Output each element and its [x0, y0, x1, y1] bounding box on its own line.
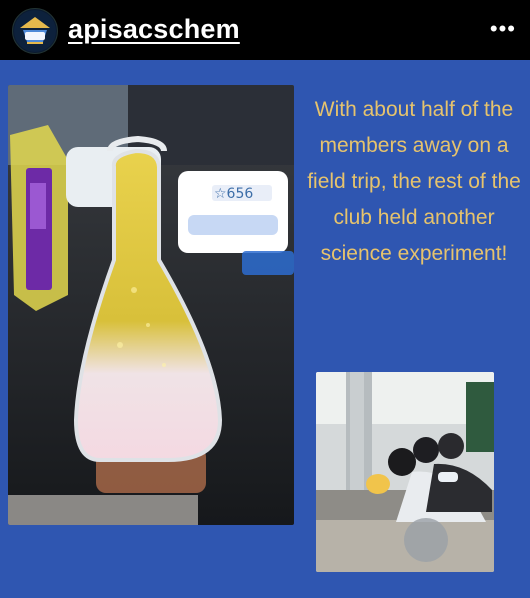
more-options-icon[interactable]: ••• — [490, 16, 516, 42]
profile-avatar[interactable] — [12, 8, 58, 54]
post-header: apisacschem ••• — [0, 0, 530, 60]
wipes-label: ☆656 — [214, 186, 253, 202]
club-logo-icon — [14, 10, 56, 52]
flask-photo: ☆656 — [8, 85, 294, 525]
post-image: ☆656 With about half of the members away… — [0, 60, 530, 598]
students-photo — [316, 372, 494, 572]
post-caption: With about half of the members away on a… — [307, 98, 521, 265]
post-username[interactable]: apisacschem — [68, 14, 240, 45]
